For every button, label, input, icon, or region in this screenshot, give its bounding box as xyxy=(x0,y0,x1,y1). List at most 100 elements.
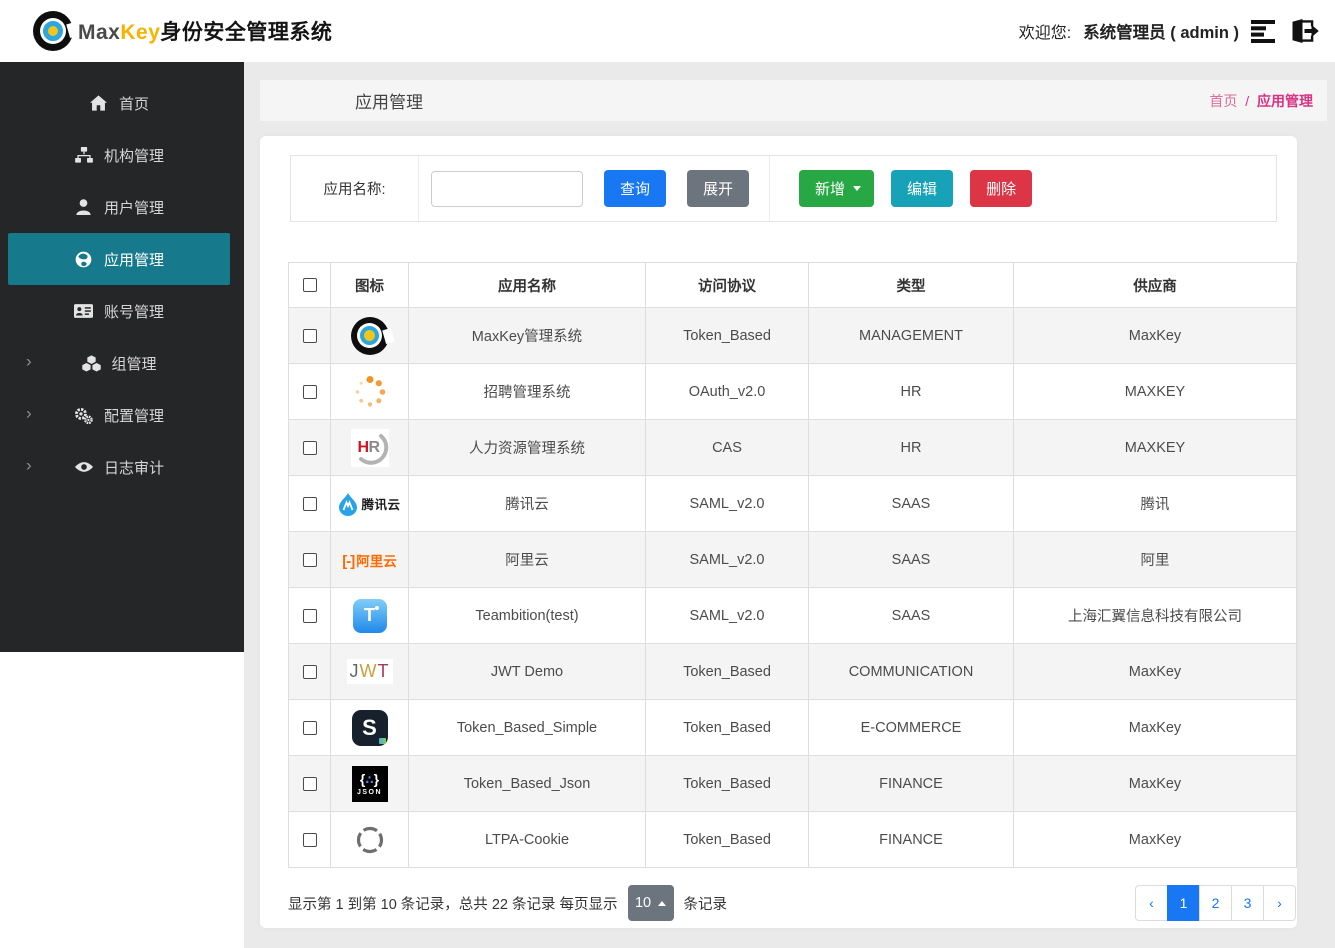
pager-prev[interactable]: ‹ xyxy=(1135,885,1168,921)
expand-button[interactable]: 展开 xyxy=(687,170,750,207)
pager-next[interactable]: › xyxy=(1263,885,1296,921)
cell-app-name: 腾讯云 xyxy=(408,475,646,532)
page-title: 应用管理 xyxy=(355,93,423,112)
cell-app-name: 阿里云 xyxy=(408,531,646,588)
cell-checkbox xyxy=(288,699,331,756)
table-row[interactable]: JWT JWT Demo Token_Based COMMUNICATION MaxKe… xyxy=(288,643,1297,700)
gears-icon xyxy=(74,407,94,424)
edit-button[interactable]: 编辑 xyxy=(891,170,954,207)
title-band: 应用管理 首页 / 应用管理 xyxy=(260,80,1327,121)
table-row[interactable]: 招聘管理系统 OAuth_v2.0 HR MAXKEY xyxy=(288,363,1297,420)
cell-vendor: MAXKEY xyxy=(1013,419,1297,476)
app-name-search-input[interactable] xyxy=(431,170,583,207)
table-row[interactable]: H R 人力资源管理系统 CAS HR MAXKEY xyxy=(288,419,1297,476)
sidebar-item-org[interactable]: 机构管理 xyxy=(8,129,230,181)
table-row[interactable]: S Token_Based_Simple Token_Based E-COMMERCE… xyxy=(288,699,1297,756)
search-group: 查询 展开 xyxy=(419,156,771,221)
sidebar-item-app[interactable]: 应用管理 xyxy=(8,233,230,285)
cell-icon: S xyxy=(330,699,409,756)
sidebar-item-label: 配置管理 xyxy=(103,407,164,425)
cell-checkbox xyxy=(288,307,331,364)
table-row[interactable]: T Teambition(test) SAML_v2.0 SAAS 上海汇翼信息科技有限… xyxy=(288,587,1297,644)
query-button[interactable]: 查询 xyxy=(604,170,667,207)
sidebar-item-home[interactable]: 首页 xyxy=(8,77,230,129)
list-menu-icon[interactable] xyxy=(1251,19,1278,43)
add-button[interactable]: 新增 xyxy=(799,170,875,207)
sidebar-item-label: 首页 xyxy=(118,95,149,113)
row-checkbox[interactable] xyxy=(302,832,317,847)
cell-app-type: SAAS xyxy=(808,475,1014,532)
table-body: MaxKey管理系统 Token_Based MANAGEMENT MaxKey 招聘管… xyxy=(288,307,1297,868)
brand-key: Key xyxy=(120,21,161,44)
globe-icon xyxy=(74,251,94,268)
cell-vendor: MaxKey xyxy=(1013,755,1297,812)
cell-app-type: MANAGEMENT xyxy=(808,307,1014,364)
cell-protocol: Token_Based xyxy=(645,643,809,700)
row-checkbox[interactable] xyxy=(302,776,317,791)
sidebar-item-label: 账号管理 xyxy=(103,303,164,321)
column-header: 应用名称 xyxy=(408,262,646,308)
row-checkbox[interactable] xyxy=(302,328,317,343)
cell-app-type: COMMUNICATION xyxy=(808,643,1014,700)
sidebar-menu: 首页 机构管理 用户管理 应用管理 账号管理 › 组管理 › 配置管理 › 日志审计 xyxy=(0,77,244,493)
user-icon xyxy=(74,199,94,215)
row-checkbox[interactable] xyxy=(302,664,317,679)
pager: ‹ 1 2 3 › xyxy=(1135,885,1296,921)
pager-page-2[interactable]: 2 xyxy=(1199,885,1232,921)
table-header-row: 图标 应用名称 访问协议 类型 供应商 xyxy=(288,262,1297,308)
sidebar-item-group[interactable]: › 组管理 xyxy=(8,337,230,389)
page-size-select[interactable]: 10 xyxy=(627,885,674,921)
delete-button[interactable]: 删除 xyxy=(970,170,1033,207)
current-user: 系统管理员 ( admin ) xyxy=(1083,24,1239,42)
table-row[interactable]: LTPA-Cookie Token_Based FINANCE MaxKey xyxy=(288,811,1297,868)
cell-icon: {∴} JSON xyxy=(330,755,409,812)
cell-app-type: FINANCE xyxy=(808,811,1014,868)
row-checkbox[interactable] xyxy=(302,496,317,511)
brand-suffix: 身份安全管理系统 xyxy=(160,21,333,44)
sidebar-item-audit[interactable]: › 日志审计 xyxy=(8,441,230,493)
content-panel: 应用名称: 查询 展开 新增 编辑 删除 图标 应用名称 访问协议 类型 供应商… xyxy=(260,136,1297,928)
cell-icon xyxy=(330,811,409,868)
breadcrumb-root[interactable]: 首页 xyxy=(1209,93,1237,109)
caret-up-icon xyxy=(658,900,667,906)
hr-icon: HR xyxy=(350,428,389,467)
cell-icon: T xyxy=(330,587,409,644)
summary-suffix: 条记录 xyxy=(683,896,728,913)
table-row[interactable]: {∴} JSON Token_Based_Json Token_Based FINANC… xyxy=(288,755,1297,812)
pager-page-3[interactable]: 3 xyxy=(1231,885,1264,921)
row-checkbox[interactable] xyxy=(302,552,317,567)
brand-text: MaxKey身份安全管理系统 xyxy=(78,16,332,46)
brand[interactable]: MaxKey身份安全管理系统 xyxy=(33,11,332,51)
cell-vendor: MaxKey xyxy=(1013,811,1297,868)
breadcrumb-separator: / xyxy=(1245,92,1250,109)
row-checkbox[interactable] xyxy=(302,384,317,399)
column-header: 图标 xyxy=(330,262,409,308)
row-checkbox[interactable] xyxy=(302,440,317,455)
sidebar-item-label: 用户管理 xyxy=(103,199,164,217)
sidebar-item-config[interactable]: › 配置管理 xyxy=(8,389,230,441)
table-row[interactable]: 腾讯云 腾讯云 SAML_v2.0 SAAS 腾讯 xyxy=(288,475,1297,532)
search-toolbar: 应用名称: 查询 展开 新增 编辑 删除 xyxy=(290,155,1277,222)
row-checkbox[interactable] xyxy=(302,608,317,623)
cell-vendor: MaxKey xyxy=(1013,643,1297,700)
table-row[interactable]: [-] 阿里云 阿里云 SAML_v2.0 SAAS 阿里 xyxy=(288,531,1297,588)
select-all-header-cell xyxy=(288,262,331,308)
select-all-checkbox[interactable] xyxy=(302,278,317,293)
sitemap-icon xyxy=(74,147,94,163)
sidebar-item-label: 机构管理 xyxy=(103,147,164,165)
teambition-icon: T xyxy=(352,598,387,633)
row-checkbox[interactable] xyxy=(302,720,317,735)
home-icon xyxy=(89,95,109,111)
logout-icon[interactable] xyxy=(1290,18,1320,44)
cell-protocol: Token_Based xyxy=(645,755,809,812)
cell-app-name: 招聘管理系统 xyxy=(408,363,646,420)
breadcrumb-current: 应用管理 xyxy=(1257,92,1313,109)
sidebar-item-account[interactable]: 账号管理 xyxy=(8,285,230,337)
sidebar-item-user[interactable]: 用户管理 xyxy=(8,181,230,233)
ltpa-target-icon xyxy=(352,822,388,858)
chevron-right-icon: › xyxy=(26,351,32,371)
page-size-value: 10 xyxy=(634,895,652,911)
table-row[interactable]: MaxKey管理系统 Token_Based MANAGEMENT MaxKey xyxy=(288,307,1297,364)
cell-icon: HR xyxy=(330,419,409,476)
pager-page-1[interactable]: 1 xyxy=(1167,885,1200,921)
